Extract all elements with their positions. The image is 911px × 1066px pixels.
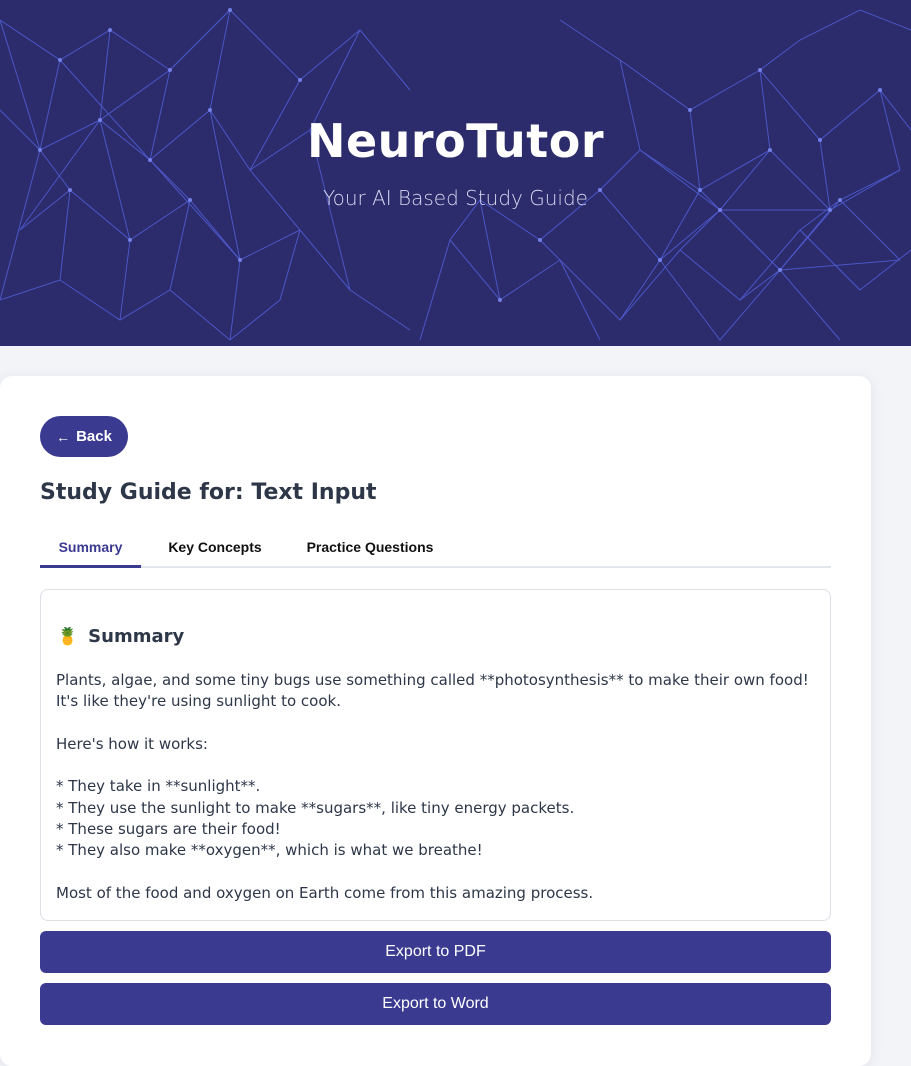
study-guide-card: ← Back Study Guide for: Text Input Summa…: [0, 376, 871, 1066]
list-item: * They use the sunlight to make **sugars…: [56, 798, 575, 817]
list-item: * These sugars are their food!: [56, 820, 281, 839]
summary-heading: 🍍 Summary: [57, 626, 184, 647]
page-title-prefix: Study Guide for:: [40, 480, 252, 505]
arrow-left-icon: ←: [56, 428, 71, 445]
export-pdf-button[interactable]: Export to PDF: [40, 931, 831, 973]
back-button-label: Back: [76, 428, 112, 445]
app-subtitle: Your AI Based Study Guide: [323, 186, 588, 210]
app-title: NeuroTutor: [306, 114, 605, 168]
summary-panel: 🍍 Summary Plants, algae, and some tiny b…: [40, 589, 831, 921]
network-background: [0, 8, 911, 341]
list-item: * They take in **sunlight**.: [56, 777, 261, 796]
hero-banner: NeuroTutor Your AI Based Study Guide: [0, 0, 911, 346]
summary-intro: Plants, algae, and some tiny bugs use so…: [56, 671, 809, 711]
summary-text: Plants, algae, and some tiny bugs use so…: [56, 670, 821, 904]
export-word-button[interactable]: Export to Word: [40, 983, 831, 1025]
tab-summary[interactable]: Summary: [40, 532, 141, 568]
tab-bar: Summary Key Concepts Practice Questions: [40, 532, 831, 568]
summary-conclusion: Most of the food and oxygen on Earth com…: [56, 883, 594, 902]
summary-how-intro: Here's how it works:: [56, 734, 208, 753]
page-title: Study Guide for: Text Input: [40, 480, 377, 505]
summary-heading-label: Summary: [88, 626, 185, 647]
page-title-source: Text Input: [251, 480, 377, 505]
list-item: * They also make **oxygen**, which is wh…: [56, 841, 483, 860]
pineapple-icon: 🍍: [57, 626, 79, 647]
tab-practice-questions[interactable]: Practice Questions: [296, 532, 444, 568]
tab-key-concepts[interactable]: Key Concepts: [158, 532, 272, 568]
back-button[interactable]: ← Back: [40, 416, 128, 457]
